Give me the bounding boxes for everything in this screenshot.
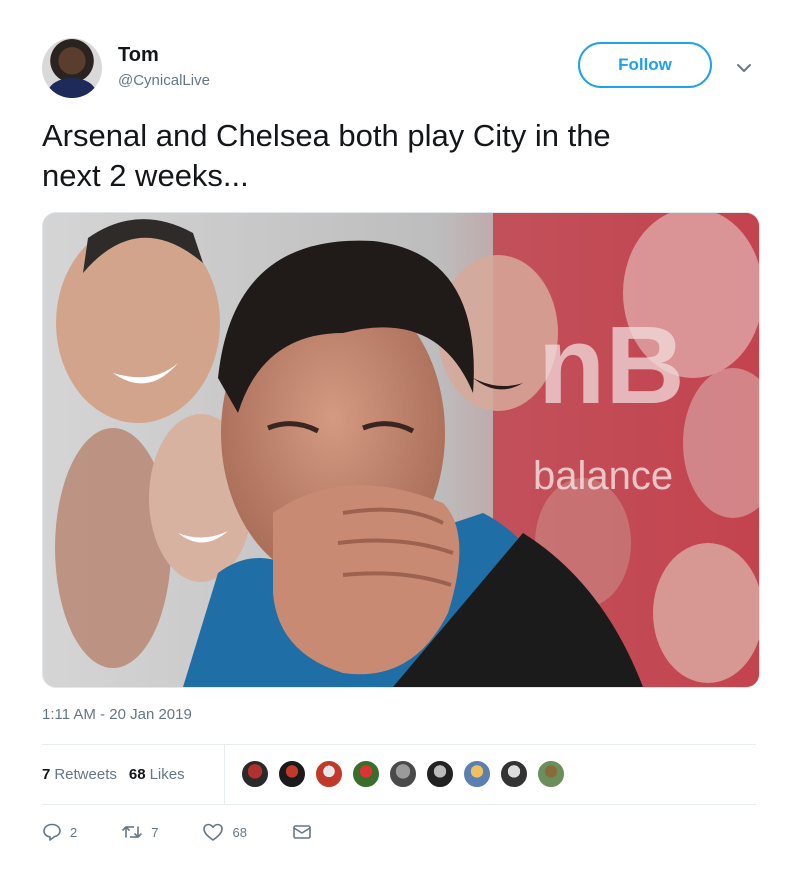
divider-top xyxy=(42,744,756,745)
retweet-icon xyxy=(122,826,143,838)
liker-avatar[interactable] xyxy=(536,759,566,789)
meme-image: nB balance xyxy=(43,213,759,687)
liker-avatar[interactable] xyxy=(425,759,455,789)
tweet-timestamp[interactable]: 1:11 AM - 20 Jan 2019 xyxy=(42,706,192,723)
direct-message-icon xyxy=(293,825,311,839)
tweet-text-line-2: next 2 weeks... xyxy=(42,158,249,193)
retweets-count: 7 xyxy=(42,766,51,783)
chevron-down-icon[interactable] xyxy=(734,58,754,78)
liker-avatar[interactable] xyxy=(240,759,270,789)
liker-avatar[interactable] xyxy=(314,759,344,789)
likes-stat[interactable]: 68 Likes xyxy=(129,766,185,783)
tweet-actions: 2 7 68 xyxy=(42,822,365,842)
retweet-action[interactable]: 7 xyxy=(121,822,158,842)
liker-avatar[interactable] xyxy=(462,759,492,789)
retweets-stat[interactable]: 7 Retweets xyxy=(42,766,117,783)
divider-bottom xyxy=(42,804,756,805)
reply-icon xyxy=(43,823,61,841)
media-overlay-text: balance xyxy=(533,454,673,498)
liker-avatar[interactable] xyxy=(351,759,381,789)
user-handle[interactable]: @CynicalLive xyxy=(118,72,210,89)
tweet-text-line-1: Arsenal and Chelsea both play City in th… xyxy=(42,118,611,153)
likes-label: Likes xyxy=(149,766,185,783)
retweets-label: Retweets xyxy=(54,766,117,783)
tweet-media-image[interactable]: nB balance xyxy=(42,212,760,688)
likes-count: 68 xyxy=(128,766,146,783)
follow-button[interactable]: Follow xyxy=(578,42,712,88)
tweet-text: Arsenal and Chelsea both play City in th… xyxy=(42,116,742,196)
reply-action[interactable]: 2 xyxy=(42,822,77,842)
tweet-stats: 7 Retweets 68 Likes xyxy=(42,766,185,783)
svg-text:nB: nB xyxy=(538,304,685,427)
liker-avatar[interactable] xyxy=(499,759,529,789)
user-avatar[interactable] xyxy=(42,38,102,98)
like-action[interactable]: 68 xyxy=(202,822,247,842)
reply-count: 2 xyxy=(70,824,78,840)
stats-separator xyxy=(224,744,225,804)
direct-message-action[interactable] xyxy=(291,822,321,842)
liker-avatar[interactable] xyxy=(277,759,307,789)
user-display-name[interactable]: Tom xyxy=(118,44,159,67)
liker-avatar[interactable] xyxy=(388,759,418,789)
likers-avatars xyxy=(240,759,573,789)
avatar-figure xyxy=(48,78,96,98)
retweet-count: 7 xyxy=(151,824,159,840)
like-count: 68 xyxy=(232,824,247,840)
like-icon xyxy=(203,823,224,841)
